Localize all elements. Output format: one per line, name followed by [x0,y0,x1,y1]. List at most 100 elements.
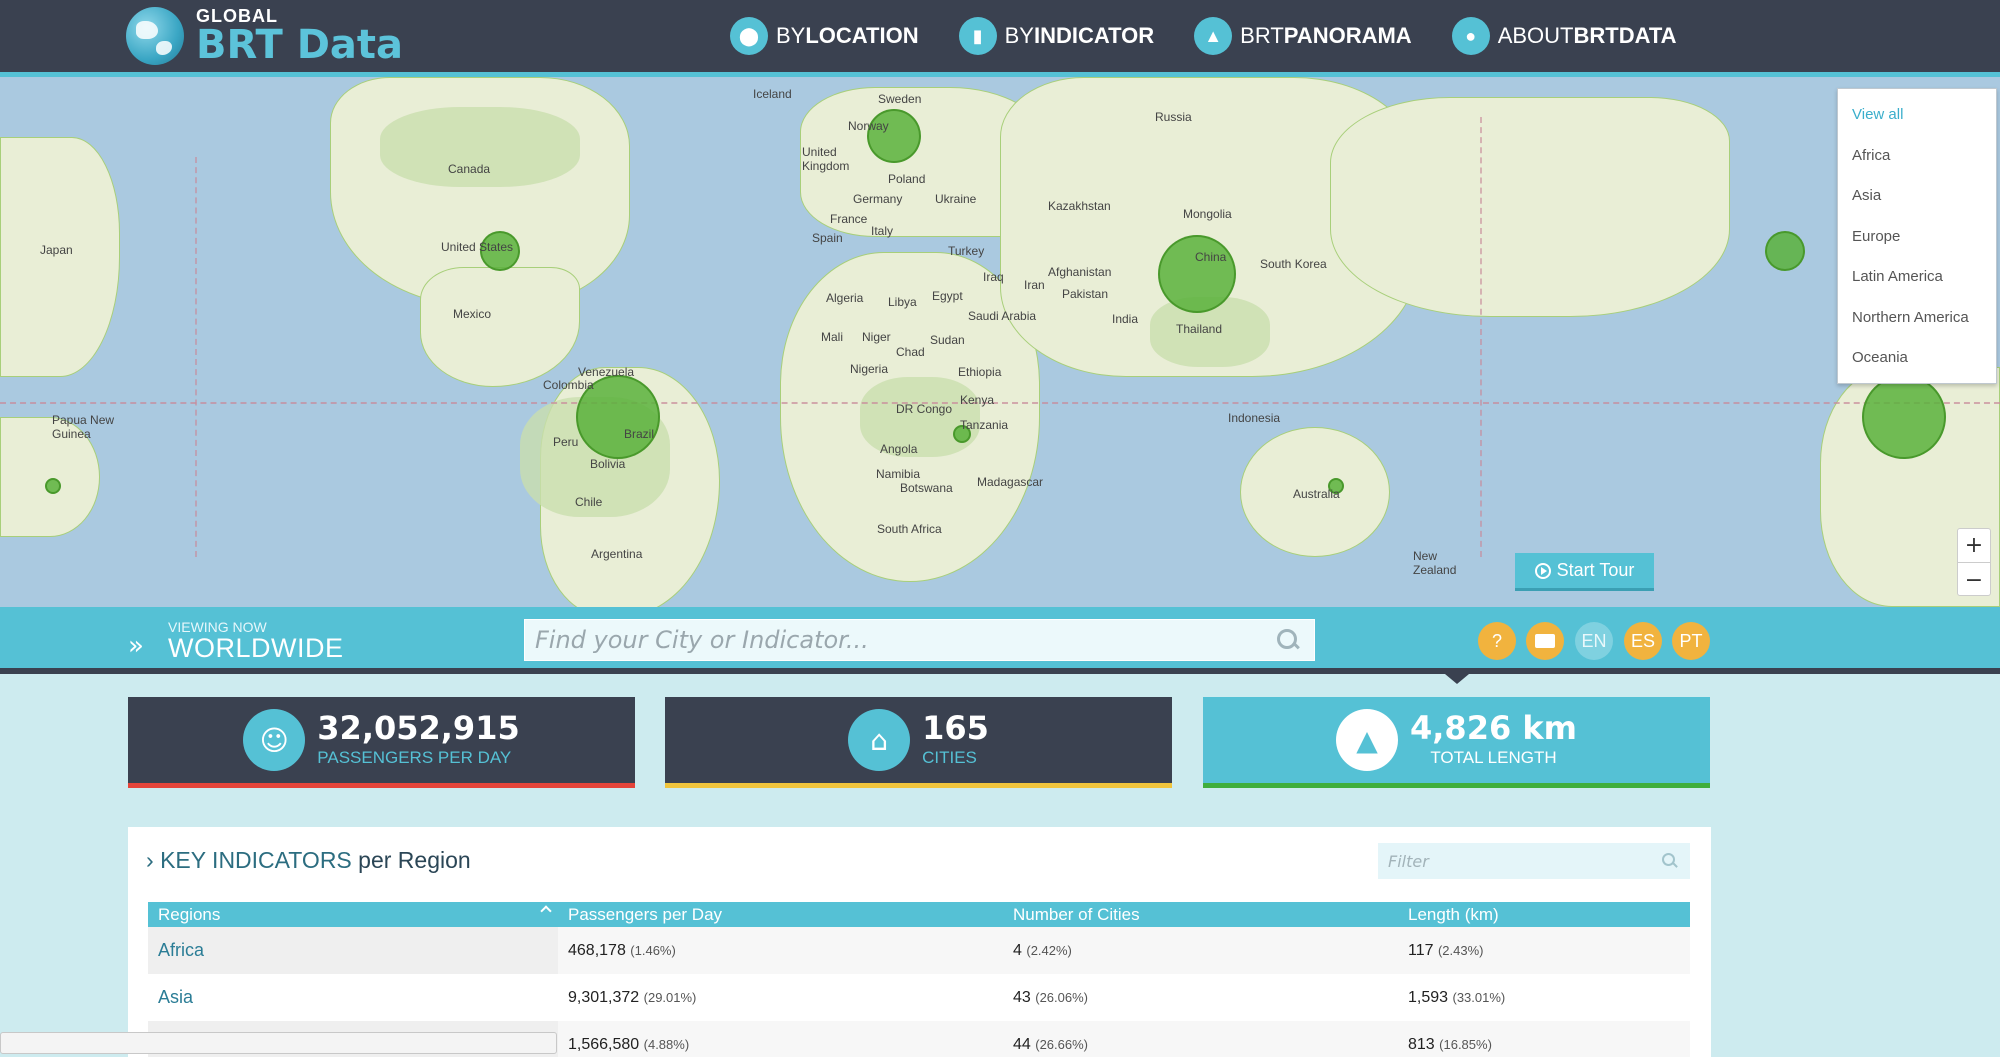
country-label: Mali [821,330,844,344]
country-label: Colombia [543,378,594,392]
area-chart-icon: ▲ [1194,17,1233,55]
country-label: Chile [575,495,603,509]
search-icon[interactable] [1662,853,1678,869]
region-option-latin-america[interactable]: Latin America [1838,265,1996,306]
land-central-america [420,267,580,387]
sort-up-icon [540,905,552,917]
region-option-asia[interactable]: Asia [1838,184,1996,225]
region-option-oceania[interactable]: Oceania [1838,346,1996,387]
country-label: Tanzania [960,418,1009,432]
country-label: Italy [871,224,894,238]
zoom-control: + − [1957,528,1991,596]
country-label: Iran [1024,278,1045,292]
bubble-australia-left[interactable] [45,478,61,494]
horizontal-scrollbar[interactable] [0,1032,557,1054]
country-label: Botswana [900,481,953,495]
search-icon[interactable] [1276,628,1300,652]
country-label: Sweden [878,92,922,106]
search-input[interactable] [525,620,1276,660]
chevron-right-icon: › [146,847,154,873]
country-label: United Kingdom [802,145,850,173]
country-label: Peru [553,435,579,449]
zoom-in-button[interactable]: + [1958,529,1990,563]
land-north-america-right [1330,97,1730,317]
bubble-europe[interactable] [867,109,921,163]
table-row[interactable]: Africa 468,178 (1.46%) 4 (2.42%) 117 (2.… [148,927,1690,974]
country-label: Iceland [753,87,792,101]
country-label: China [1195,250,1227,264]
play-circle-icon [1534,562,1551,579]
col-header-passengers[interactable]: Passengers per Day [558,902,1003,927]
region-option-view-all[interactable]: View all [1838,103,1996,144]
country-label: Bolivia [590,457,626,471]
location-pin-icon: ⬤ [730,17,768,55]
filter-box [1378,843,1690,879]
country-label: Algeria [826,291,864,305]
region-option-northern-america[interactable]: Northern America [1838,306,1996,347]
world-map[interactable]: Iceland Sweden Norway Russia Canada Unit… [0,77,2000,607]
double-chevron-icon: » [128,631,144,661]
country-label: Namibia [876,467,921,481]
country-label: Poland [888,172,926,186]
country-label: South Korea [1260,257,1327,271]
country-label: India [1112,312,1139,326]
country-label: DR Congo [896,402,953,416]
mail-button[interactable] [1526,622,1564,660]
bar-signal-icon: ▮ [958,17,997,55]
country-label: Russia [1155,110,1192,124]
region-name[interactable]: Africa [148,927,558,974]
lang-en-button[interactable]: EN [1575,622,1613,660]
lang-pt-button[interactable]: PT [1672,622,1710,660]
bubble-united-states-right[interactable] [1765,231,1805,271]
bubble-china[interactable] [1158,235,1236,313]
country-label: Nigeria [850,362,889,376]
region-option-europe[interactable]: Europe [1838,225,1996,266]
stat-value: 165 [922,708,989,747]
col-header-length[interactable]: Length (km) [1398,902,1690,927]
country-label: Kenya [960,393,995,407]
start-tour-button[interactable]: Start Tour [1515,553,1654,591]
country-label: Canada [448,162,491,176]
stat-value: 4,826 km [1410,708,1577,747]
country-label: Spain [812,231,843,245]
col-header-cities[interactable]: Number of Cities [1003,902,1398,927]
country-label: United States [441,240,514,254]
logo-big-text: BRT Data [196,22,404,68]
search-box [524,619,1315,661]
zoom-out-button[interactable]: − [1958,563,1990,597]
country-label: Pakistan [1062,287,1109,301]
bubble-brazil-right[interactable] [1862,375,1946,459]
lang-es-button[interactable]: ES [1624,622,1662,660]
region-name[interactable]: Asia [148,974,558,1021]
table-row[interactable]: Asia 9,301,372 (29.01%) 43 (26.06%) 1,59… [148,974,1690,1021]
country-label: Angola [880,442,918,456]
country-label: Germany [853,192,903,206]
country-label: Indonesia [1228,411,1281,425]
filter-input[interactable] [1378,843,1662,879]
mail-icon [1535,634,1555,648]
stat-value: 32,052,915 [317,708,520,747]
nav-brt-panorama[interactable]: ▲ BRT PANORAMA [1194,14,1412,58]
logo[interactable]: GLOBAL BRT Data [126,6,403,66]
country-label: Chad [896,345,925,359]
country-label: Ethiopia [958,365,1002,379]
country-label: Venezuela [578,365,635,379]
viewing-now-value: WORLDWIDE [168,633,344,663]
stat-label: CITIES [922,747,977,767]
nav-about-brtdata[interactable]: ● ABOUT BRTDATA [1451,14,1677,58]
land-asia-east-left [0,137,120,377]
nav-by-location[interactable]: ⬤ BY LOCATION [730,14,919,58]
country-label: Ukraine [935,192,977,206]
col-header-regions[interactable]: Regions [148,902,558,927]
country-label: Egypt [932,289,963,303]
country-label: Saudi Arabia [968,309,1037,323]
region-dropdown-menu: View all Africa Asia Europe Latin Americ… [1837,88,1997,384]
nav-by-indicator[interactable]: ▮ BY INDICATOR [958,14,1154,58]
viewing-bar: » VIEWING NOW WORLDWIDE ? EN ES PT [0,607,2000,674]
country-label: Brazil [624,427,655,441]
stat-label: TOTAL LENGTH [1430,747,1557,767]
country-label: Madagascar [977,475,1044,489]
country-label: Sudan [930,333,965,347]
help-button[interactable]: ? [1478,622,1516,660]
region-option-africa[interactable]: Africa [1838,144,1996,185]
